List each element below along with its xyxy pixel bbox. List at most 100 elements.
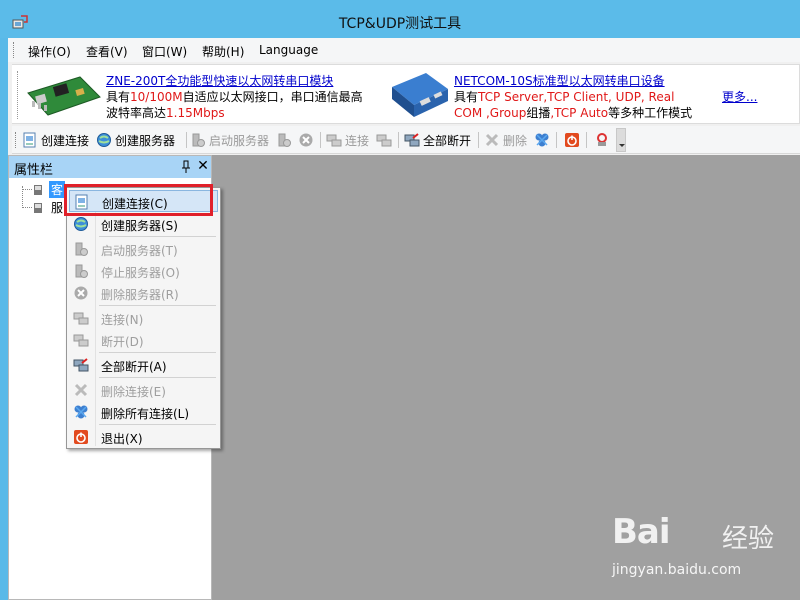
stop-server-button[interactable]: [276, 130, 292, 150]
about-button[interactable]: [594, 130, 610, 150]
menu-item-label: 停止服务器(O): [101, 266, 180, 280]
zne-200t-link[interactable]: ZNE-200T全功能型快速以太网转串口模块: [106, 74, 333, 88]
create-connection-button[interactable]: 创建连接: [22, 130, 89, 150]
more-link[interactable]: 更多...: [722, 90, 757, 104]
menu-operate[interactable]: 操作(O): [28, 43, 71, 60]
connect-icon: [326, 134, 342, 147]
tree-item-client[interactable]: 客: [49, 181, 66, 198]
menu-item-label: 删除连接(E): [101, 385, 166, 399]
delete-all-button[interactable]: [534, 130, 550, 150]
menu-bar: 操作(O) 查看(V) 窗口(W) 帮助(H) Language: [8, 38, 800, 62]
zne-200t-link-line: ZNE-200T全功能型快速以太网转串口模块: [106, 73, 333, 89]
create-connection-icon: [23, 132, 36, 148]
create-connection-label: 创建连接: [41, 133, 90, 148]
menu-item-label: 创建服务器(S): [101, 219, 178, 233]
main-toolbar: 创建连接 创建服务器 启动服务器 连接 全部断开 删除: [12, 126, 800, 154]
pin-icon[interactable]: [181, 160, 191, 174]
netcom-desc-text-3: 等多种工作模式: [608, 106, 693, 120]
connect-button[interactable]: 连接: [326, 130, 369, 150]
menu-item-delete-connection[interactable]: 删除连接(E): [69, 379, 218, 401]
create-server-icon: [97, 133, 111, 147]
toolbar-separator: [478, 132, 479, 148]
menu-item-disconnect[interactable]: 断开(D): [69, 329, 218, 351]
menu-item-label: 删除所有连接(L): [101, 407, 190, 421]
toolbar-grip[interactable]: [15, 132, 18, 148]
zne-200t-module-image[interactable]: [24, 71, 104, 119]
stop-server-icon: [278, 133, 291, 147]
exit-button[interactable]: [564, 130, 580, 150]
netcom-desc-text-2: 组播: [526, 106, 551, 120]
disconnect-all-label: 全部断开: [423, 133, 472, 148]
panel-header: 属性栏 ✕: [9, 156, 211, 178]
toolbar-separator: [586, 132, 587, 148]
stop-server-icon: [75, 264, 88, 278]
netcom-10s-desc-1: 具有TCP Server,TCP Client, UDP, Real: [454, 89, 674, 105]
toolbar-separator: [186, 132, 187, 148]
zne-200t-desc-1: 具有10/100M自适应以太网接口，串口通信最高: [106, 89, 363, 105]
delete-server-button[interactable]: [298, 130, 314, 150]
menu-item-stop-server[interactable]: 停止服务器(O): [69, 260, 218, 282]
netcom-desc-red-3: ,TCP Auto: [550, 106, 609, 120]
create-server-button[interactable]: 创建服务器: [96, 130, 175, 150]
menu-item-disconnect-all[interactable]: 全部断开(A): [69, 354, 218, 376]
delete-all-connections-icon: [535, 133, 549, 147]
disconnect-all-icon: [404, 133, 420, 147]
zne-200t-desc-2: 波特率高达1.15Mbps: [106, 105, 225, 121]
netcom-10s-desc-2: COM ,Group组播,TCP Auto等多种工作模式: [454, 105, 692, 121]
netcom-10s-device-image[interactable]: [386, 69, 454, 121]
power-icon: [565, 133, 579, 147]
menu-item-label: 启动服务器(T): [101, 244, 178, 258]
more-link-line: 更多...: [722, 89, 757, 105]
menu-item-label: 断开(D): [101, 335, 144, 349]
delete-button[interactable]: 删除: [484, 130, 527, 150]
delete-server-icon: [74, 286, 88, 300]
netcom-10s-link-line: NETCOM-10S标准型以太网转串口设备: [454, 73, 665, 89]
tree-item-server[interactable]: 服: [51, 199, 63, 216]
start-server-label: 启动服务器: [209, 133, 270, 148]
window-title: TCP&UDP测试工具: [338, 16, 462, 32]
menu-item-connect[interactable]: 连接(N): [69, 307, 218, 329]
highlight-annotation-box: [64, 184, 213, 216]
toolbar-overflow-button[interactable]: [616, 128, 626, 152]
menu-item-label: 连接(N): [101, 313, 144, 327]
watermark-logo-cn: 经验: [722, 524, 775, 554]
context-menu: 创建连接(C) 创建服务器(S) 启动服务器(T) 停止服务器(O) 删除服务器…: [66, 187, 221, 449]
tree-connector: [22, 207, 32, 208]
menu-window[interactable]: 窗口(W): [142, 43, 187, 60]
menu-item-label: 删除服务器(R): [101, 288, 179, 302]
watermark-logo: Bai: [612, 512, 671, 552]
delete-server-icon: [299, 133, 313, 147]
menu-item-exit[interactable]: 退出(X): [69, 426, 218, 448]
title-bar[interactable]: TCP&UDP测试工具: [0, 0, 800, 38]
menubar-grip[interactable]: [13, 42, 16, 58]
watermark-url: jingyan.baidu.com: [612, 562, 742, 578]
menu-item-delete-all-connections[interactable]: 删除所有连接(L): [69, 401, 218, 423]
disconnect-button[interactable]: [376, 130, 392, 150]
menu-item-create-server[interactable]: 创建服务器(S): [69, 213, 218, 235]
server-node-icon: [34, 203, 42, 213]
menu-item-start-server[interactable]: 启动服务器(T): [69, 238, 218, 260]
zne-desc-text: 具有: [106, 90, 131, 104]
menu-view[interactable]: 查看(V): [86, 43, 128, 60]
start-server-button[interactable]: 启动服务器: [190, 130, 269, 150]
netcom-desc-red: TCP Server,TCP Client, UDP, Real: [478, 90, 675, 104]
menu-item-label: 全部断开(A): [101, 360, 167, 374]
delete-all-connections-icon: [74, 405, 88, 419]
toolbar-separator: [320, 132, 321, 148]
menu-separator: [99, 424, 216, 425]
ad-banner: ZNE-200T全功能型快速以太网转串口模块 具有10/100M自适应以太网接口…: [12, 64, 800, 124]
menu-help[interactable]: 帮助(H): [202, 43, 244, 60]
menu-separator: [99, 236, 216, 237]
menu-language[interactable]: Language: [259, 43, 318, 57]
banner-grip[interactable]: [17, 71, 20, 119]
close-icon[interactable]: ✕: [196, 159, 210, 173]
disconnect-icon: [376, 134, 392, 147]
disconnect-all-icon: [73, 358, 89, 372]
disconnect-icon: [73, 334, 89, 347]
client-node-icon: [34, 185, 42, 195]
zne-desc-red-2: 1.15Mbps: [166, 106, 225, 120]
menu-item-delete-server[interactable]: 删除服务器(R): [69, 282, 218, 304]
disconnect-all-button[interactable]: 全部断开: [404, 130, 471, 150]
netcom-10s-link[interactable]: NETCOM-10S标准型以太网转串口设备: [454, 74, 665, 88]
netcom-desc-red-2: COM ,Group: [454, 106, 527, 120]
